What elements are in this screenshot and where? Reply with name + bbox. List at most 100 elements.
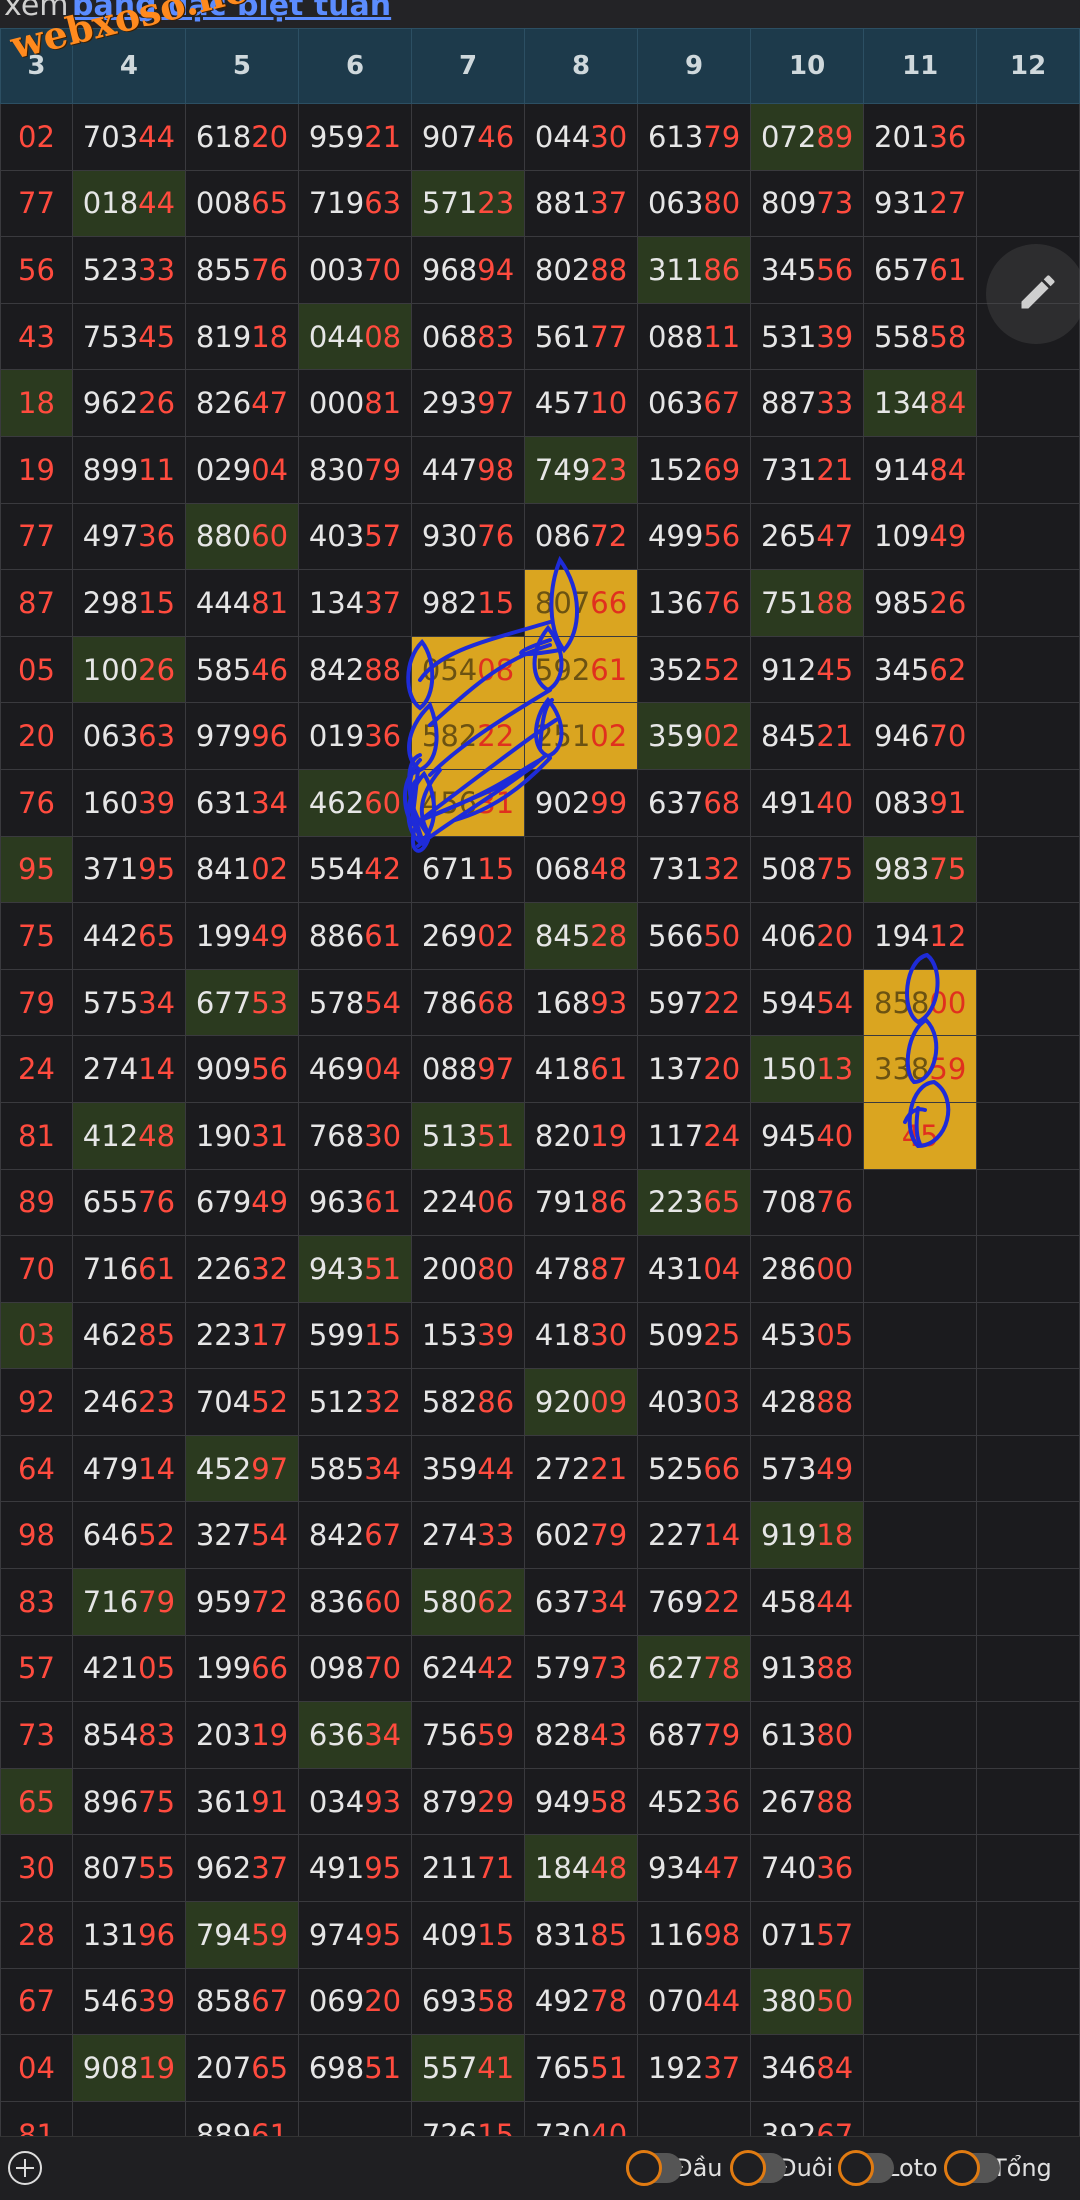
result-cell: 32754 [184,1501,299,1570]
result-cell: 19949 [184,902,299,970]
result-cell: 59915 [297,1301,413,1370]
switch-knob [944,2150,980,2186]
result-cell: 49140 [750,768,865,837]
result-cell: 82647 [184,369,299,437]
result-cell [976,1168,1080,1237]
result-cell: 59261 [524,635,639,704]
result-cell [976,902,1080,970]
result-cell: 07157 [750,1901,865,1969]
result-cell: 85867 [184,1967,299,2036]
result-cell: 43 [0,302,73,371]
result-cell: 77 [0,502,73,571]
result-cell: 26902 [411,902,526,970]
result-cell: 71963 [297,169,413,238]
table-row: 28 13196 79459 97495 40915 83185 11698 07157 [0,1901,1080,1969]
switch-track [730,2150,786,2186]
result-cell: 00865 [184,169,299,238]
result-cell: 91245 [750,635,865,704]
result-cell: 62442 [411,1634,526,1703]
table-row: 64 47914 45297 58534 35944 27221 52566 57349 [0,1434,1080,1503]
column-header: 7 [411,28,526,104]
result-cell: 51351 [411,1101,526,1170]
pencil-icon [1021,275,1055,309]
result-cell: 15269 [637,435,752,504]
result-cell: 04430 [524,103,639,171]
result-cell: 83079 [297,435,413,504]
result-cell [976,1368,1080,1436]
result-cell: 55442 [297,835,413,904]
result-cell: 34562 [863,635,978,704]
result-cell: 22365 [637,1168,752,1237]
result-cell: 91918 [750,1501,865,1570]
result-cell: 52333 [71,236,186,304]
result-cell: 89 [0,1168,73,1237]
column-header: 9 [637,28,752,104]
table-row: 03 46285 22317 59915 15339 41830 50925 45305 [0,1301,1080,1370]
result-cell: 63768 [637,768,752,837]
result-cell: 63734 [524,1568,639,1636]
table-row: 83 71679 95972 83660 58062 63734 76922 45844 [0,1568,1080,1636]
result-cell: 80766 [524,569,639,637]
result-cell: 87929 [411,1767,526,1836]
result-cell: 77 [0,169,73,238]
toggle-tong[interactable]: Tổng [944,2149,1052,2187]
result-cell: 45631 [411,768,526,837]
result-cell: 80288 [524,236,639,304]
table-row: 24 27414 90956 46904 08897 41861 13720 15013 338… [0,1035,1080,1103]
result-cell: 75659 [411,1701,526,1769]
result-cell: 22317 [184,1301,299,1370]
bottom-bar: Đầu Đuôi Loto Tổng [0,2136,1080,2200]
result-cell: 79 [0,968,73,1037]
result-cell: 43104 [637,1235,752,1303]
result-cell: 68779 [637,1701,752,1769]
result-cell: 36191 [184,1767,299,1836]
result-cell: 87 [0,569,73,637]
edit-fab-button[interactable] [986,244,1080,344]
table-row: 73 85483 20319 63634 75659 82843 68779 61380 [0,1701,1080,1769]
column-header: 10 [750,28,865,104]
result-cell: 46904 [297,1035,413,1103]
result-cell: 13196 [71,1901,186,1969]
result-cell: 42105 [71,1634,186,1703]
result-cell: 69358 [411,1967,526,2036]
toggle-loto[interactable]: Loto [838,2149,938,2187]
result-cell [976,502,1080,571]
result-cell: 85800 [863,968,978,1037]
add-icon[interactable] [8,2151,42,2185]
result-cell [976,968,1080,1037]
result-cell: 26788 [750,1767,865,1836]
toggle-label: Tổng [992,2154,1052,2182]
result-cell: 40620 [750,902,865,970]
table-row: 77 01844 00865 71963 57123 88137 06380 80973 931… [0,169,1080,238]
result-cell: 61380 [750,1701,865,1769]
result-cell: 71661 [71,1235,186,1303]
result-cell: 50925 [637,1301,752,1370]
result-cell [863,1568,978,1636]
result-cell: 20136 [863,103,978,171]
result-cell [976,2034,1080,2102]
result-cell [863,1967,978,2036]
result-cell [976,768,1080,837]
result-cell: 90819 [71,2034,186,2102]
result-cell: 06920 [297,1967,413,2036]
result-cell [863,1901,978,1969]
result-cell: 20319 [184,1701,299,1769]
result-cell: 08672 [524,502,639,571]
toggle-duoi[interactable]: Đuôi [730,2149,833,2187]
result-cell: 44265 [71,902,186,970]
result-cell: 60279 [524,1501,639,1570]
result-cell: 49195 [297,1834,413,1903]
table-row: 75 44265 19949 88661 26902 84528 56650 40620 194… [0,902,1080,970]
result-cell: 06367 [637,369,752,437]
result-cell: 64 [0,1434,73,1503]
result-cell: 63634 [297,1701,413,1769]
result-cell: 10949 [863,502,978,571]
toggle-dau[interactable]: Đầu [626,2149,723,2187]
table-row: 43 75345 81918 04408 06883 56177 08811 53139 558… [0,302,1080,371]
result-cell [976,569,1080,637]
result-cell: 95921 [297,103,413,171]
result-cell: 93447 [637,1834,752,1903]
result-cell: 62778 [637,1634,752,1703]
result-cell: 38050 [750,1967,865,2036]
result-cell [976,1501,1080,1570]
